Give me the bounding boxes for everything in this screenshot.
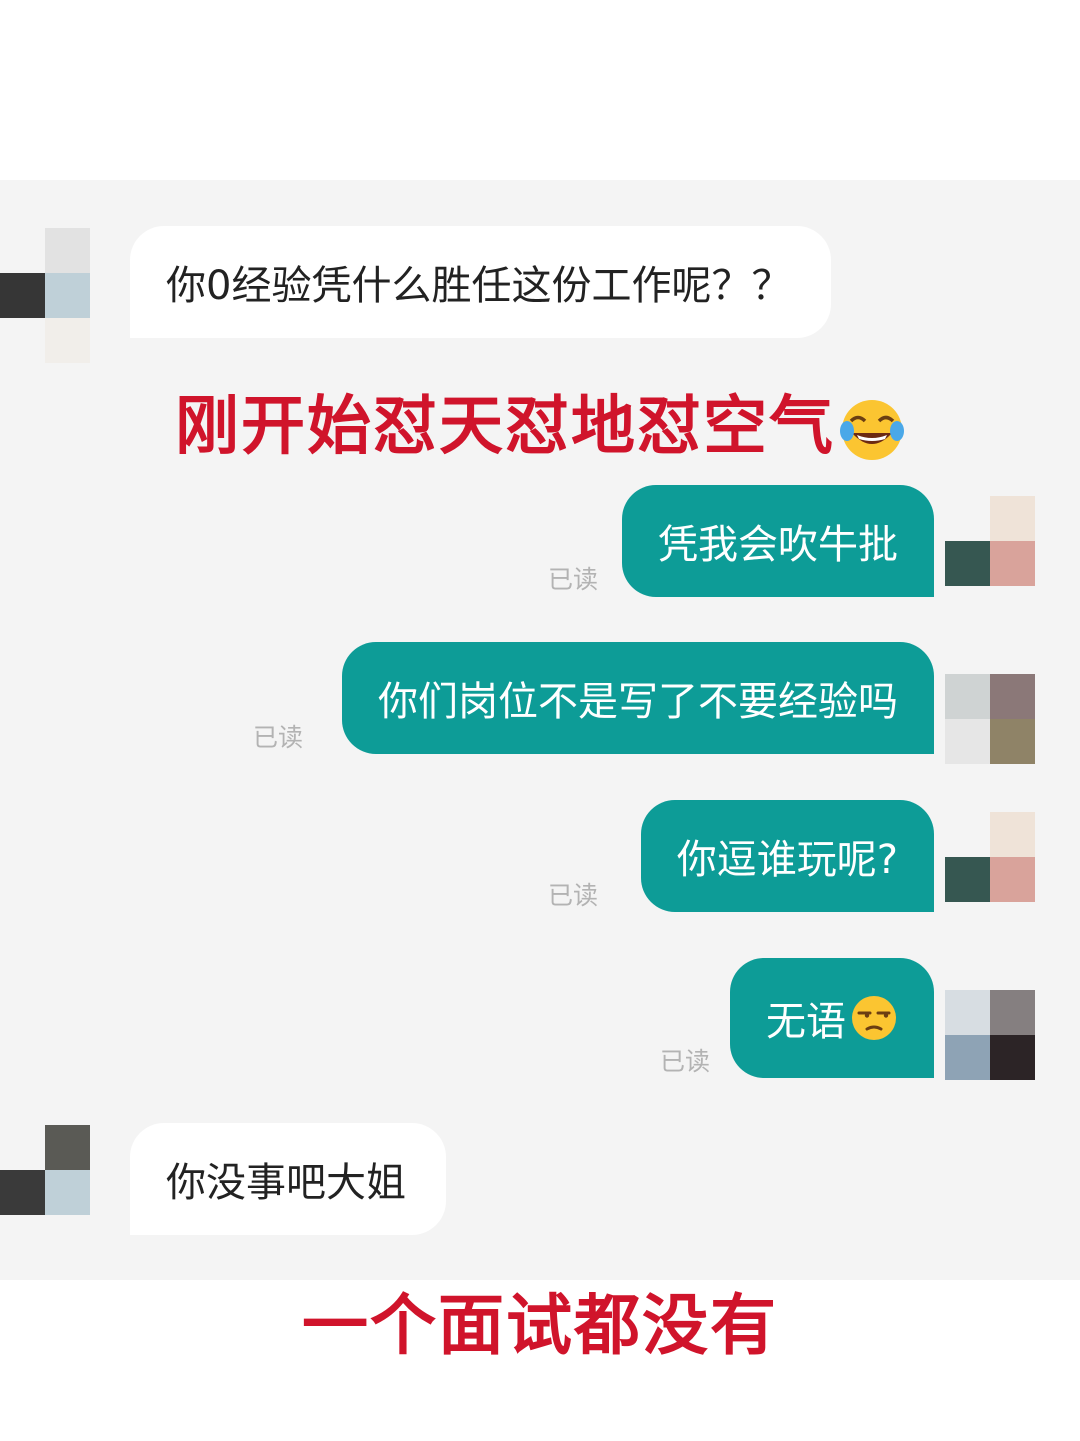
read-receipt: 已读: [253, 723, 304, 752]
face-with-tears-of-joy-emoji: [839, 397, 905, 463]
my-avatar[interactable]: [945, 674, 1035, 764]
sent-message[interactable]: 凭我会吹牛批: [622, 485, 934, 597]
message-text: 你们岗位不是写了不要经验吗: [378, 679, 898, 725]
my-avatar[interactable]: [945, 990, 1035, 1080]
my-avatar[interactable]: [945, 812, 1035, 902]
sent-message[interactable]: 无语: [730, 958, 934, 1078]
caption-top: 刚开始怼天怼地怼空气: [0, 375, 1080, 467]
contact-avatar[interactable]: [0, 228, 90, 363]
message-text: 你逗谁玩呢?: [676, 837, 898, 883]
received-message[interactable]: 你0经验凭什么胜任这份工作呢？？: [130, 226, 832, 338]
message-text: 凭我会吹牛批: [658, 522, 898, 568]
caption-bottom: 一个面试都没有: [302, 1287, 778, 1364]
caption-text: 刚开始怼天怼地怼空气: [175, 390, 835, 464]
unamused-face-emoji: [850, 994, 898, 1042]
read-receipt: 已读: [548, 881, 599, 910]
contact-avatar[interactable]: [0, 1125, 90, 1215]
chat-area: 你0经验凭什么胜任这份工作呢？？ 刚开始怼天怼地怼空气 已读 凭我会吹牛批 已读…: [0, 180, 1080, 1280]
sent-message[interactable]: 你们岗位不是写了不要经验吗: [342, 642, 934, 754]
message-text: 你没事吧大姐: [166, 1160, 406, 1206]
read-receipt: 已读: [660, 1047, 711, 1076]
message-text: 你0经验凭什么胜任这份工作呢？？: [166, 263, 792, 309]
sent-message[interactable]: 你逗谁玩呢?: [640, 800, 934, 912]
received-message[interactable]: 你没事吧大姐: [130, 1123, 446, 1235]
my-avatar[interactable]: [945, 496, 1035, 586]
read-receipt: 已读: [548, 565, 599, 594]
message-text: 无语: [766, 999, 846, 1045]
